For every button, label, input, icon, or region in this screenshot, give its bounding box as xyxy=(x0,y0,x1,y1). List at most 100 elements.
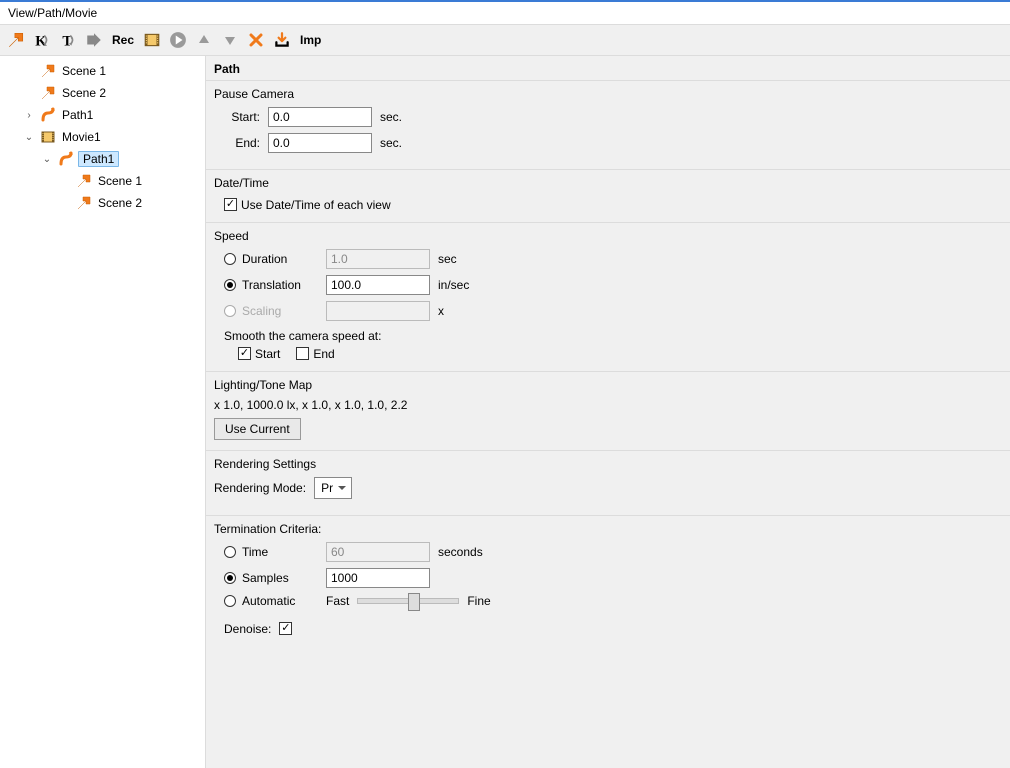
datetime-title: Date/Time xyxy=(214,176,1002,190)
import-button[interactable] xyxy=(272,30,292,50)
use-datetime-each-view-label: Use Date/Time of each view xyxy=(241,198,391,212)
tree-item[interactable]: Scene 1 xyxy=(0,170,205,192)
expander-icon[interactable]: ⌄ xyxy=(40,154,54,165)
movie-icon xyxy=(40,129,56,145)
use-current-button[interactable]: Use Current xyxy=(214,418,301,440)
radio-icon xyxy=(224,595,236,607)
speed-title: Speed xyxy=(214,229,1002,243)
speed-duration-unit: sec xyxy=(438,252,457,266)
termination-title: Termination Criteria: xyxy=(214,522,1002,536)
termination-group: Termination Criteria: Time seconds Sampl… xyxy=(206,516,1010,652)
path-icon xyxy=(40,107,56,123)
radio-icon xyxy=(224,572,236,584)
rendering-mode-value: Pr xyxy=(321,481,333,495)
tree-item[interactable]: › Path1 xyxy=(0,104,205,126)
keyframe-button[interactable] xyxy=(32,30,52,50)
expander-icon[interactable]: ⌄ xyxy=(22,132,36,143)
tree-item-label: Path1 xyxy=(78,151,119,167)
quality-slider[interactable] xyxy=(357,598,459,604)
tree-item[interactable]: ⌄ Path1 xyxy=(0,148,205,170)
tree-item-label: Scene 2 xyxy=(60,86,106,100)
smooth-start-checkbox[interactable]: ✓ Start xyxy=(238,347,280,361)
speed-group: Speed Duration sec Translation in/s xyxy=(206,223,1010,372)
termination-automatic-radio[interactable]: Automatic xyxy=(224,594,318,608)
path-icon xyxy=(58,151,74,167)
pause-end-label: End: xyxy=(224,136,260,150)
delete-button[interactable] xyxy=(246,30,266,50)
termination-samples-input[interactable] xyxy=(326,568,430,588)
tree-item[interactable]: Scene 1 xyxy=(0,60,205,82)
denoise-checkbox[interactable]: ✓ xyxy=(279,622,292,635)
lighting-group: Lighting/Tone Map x 1.0, 1000.0 lx, x 1.… xyxy=(206,372,1010,451)
speed-translation-unit: in/sec xyxy=(438,278,469,292)
slider-fast-label: Fast xyxy=(326,594,349,608)
termination-automatic-label: Automatic xyxy=(242,594,318,608)
window-title: View/Path/Movie xyxy=(0,2,1010,25)
smooth-start-label: Start xyxy=(255,347,280,361)
radio-icon xyxy=(224,305,236,317)
pause-start-input[interactable] xyxy=(268,107,372,127)
termination-samples-radio[interactable]: Samples xyxy=(224,571,318,585)
tree-item[interactable]: ⌄Movie1 xyxy=(0,126,205,148)
speed-translation-label: Translation xyxy=(242,278,318,292)
rendering-settings-title: Rendering Settings xyxy=(214,457,1002,471)
termination-time-radio[interactable]: Time xyxy=(224,545,318,559)
pause-end-unit: sec. xyxy=(380,136,402,150)
add-scene-button[interactable] xyxy=(6,30,26,50)
play-button[interactable] xyxy=(168,30,188,50)
check-icon: ✓ xyxy=(224,198,237,211)
pause-camera-group: Pause Camera Start: sec. End: sec. xyxy=(206,81,1010,170)
speed-duration-input xyxy=(326,249,430,269)
import-label: Imp xyxy=(300,33,321,47)
properties-panel: Path Pause Camera Start: sec. End: sec. … xyxy=(206,56,1010,768)
smooth-end-checkbox[interactable]: End xyxy=(296,347,334,361)
toolbar: Rec Imp xyxy=(0,25,1010,56)
datetime-group: Date/Time ✓ Use Date/Time of each view xyxy=(206,170,1010,223)
check-icon: ✓ xyxy=(279,622,292,635)
smooth-end-label: End xyxy=(313,347,334,361)
tree-item-label: Path1 xyxy=(60,108,93,122)
forward-button[interactable] xyxy=(84,30,104,50)
time-button[interactable] xyxy=(58,30,78,50)
speed-scaling-input xyxy=(326,301,430,321)
slider-fine-label: Fine xyxy=(467,594,490,608)
radio-icon xyxy=(224,253,236,265)
speed-scaling-label: Scaling xyxy=(242,304,318,318)
termination-time-unit: seconds xyxy=(438,545,483,559)
speed-scaling-unit: x xyxy=(438,304,444,318)
check-icon xyxy=(296,347,309,360)
movie-button[interactable] xyxy=(142,30,162,50)
arrow-icon xyxy=(40,85,56,101)
pause-start-unit: sec. xyxy=(380,110,402,124)
tree-item-label: Scene 1 xyxy=(60,64,106,78)
speed-scaling-radio: Scaling xyxy=(224,304,318,318)
arrow-icon xyxy=(76,195,92,211)
tree-item-label: Scene 2 xyxy=(96,196,142,210)
speed-translation-input[interactable] xyxy=(326,275,430,295)
lighting-title: Lighting/Tone Map xyxy=(214,378,1002,392)
smooth-title: Smooth the camera speed at: xyxy=(224,329,1002,343)
slider-thumb-icon[interactable] xyxy=(408,593,420,611)
termination-time-label: Time xyxy=(242,545,318,559)
tree-item[interactable]: Scene 2 xyxy=(0,192,205,214)
lighting-summary: x 1.0, 1000.0 lx, x 1.0, x 1.0, 1.0, 2.2 xyxy=(214,398,1002,412)
pause-camera-title: Pause Camera xyxy=(214,87,1002,101)
record-button[interactable]: Rec xyxy=(110,30,136,50)
speed-duration-radio[interactable]: Duration xyxy=(224,252,318,266)
speed-translation-radio[interactable]: Translation xyxy=(224,278,318,292)
use-datetime-each-view-checkbox[interactable]: ✓ Use Date/Time of each view xyxy=(224,198,391,212)
pause-end-input[interactable] xyxy=(268,133,372,153)
move-up-button[interactable] xyxy=(194,30,214,50)
pause-start-label: Start: xyxy=(224,110,260,124)
radio-icon xyxy=(224,546,236,558)
scene-tree[interactable]: Scene 1Scene 2›Path1⌄Movie1⌄Path1Scene 1… xyxy=(0,56,206,768)
arrow-icon xyxy=(76,173,92,189)
move-down-button[interactable] xyxy=(220,30,240,50)
expander-icon[interactable]: › xyxy=(22,110,36,121)
termination-time-input xyxy=(326,542,430,562)
denoise-label: Denoise: xyxy=(224,622,271,636)
tree-item[interactable]: Scene 2 xyxy=(0,82,205,104)
arrow-icon xyxy=(40,63,56,79)
rendering-mode-label: Rendering Mode: xyxy=(214,481,306,495)
rendering-mode-select[interactable]: Pr xyxy=(314,477,352,499)
